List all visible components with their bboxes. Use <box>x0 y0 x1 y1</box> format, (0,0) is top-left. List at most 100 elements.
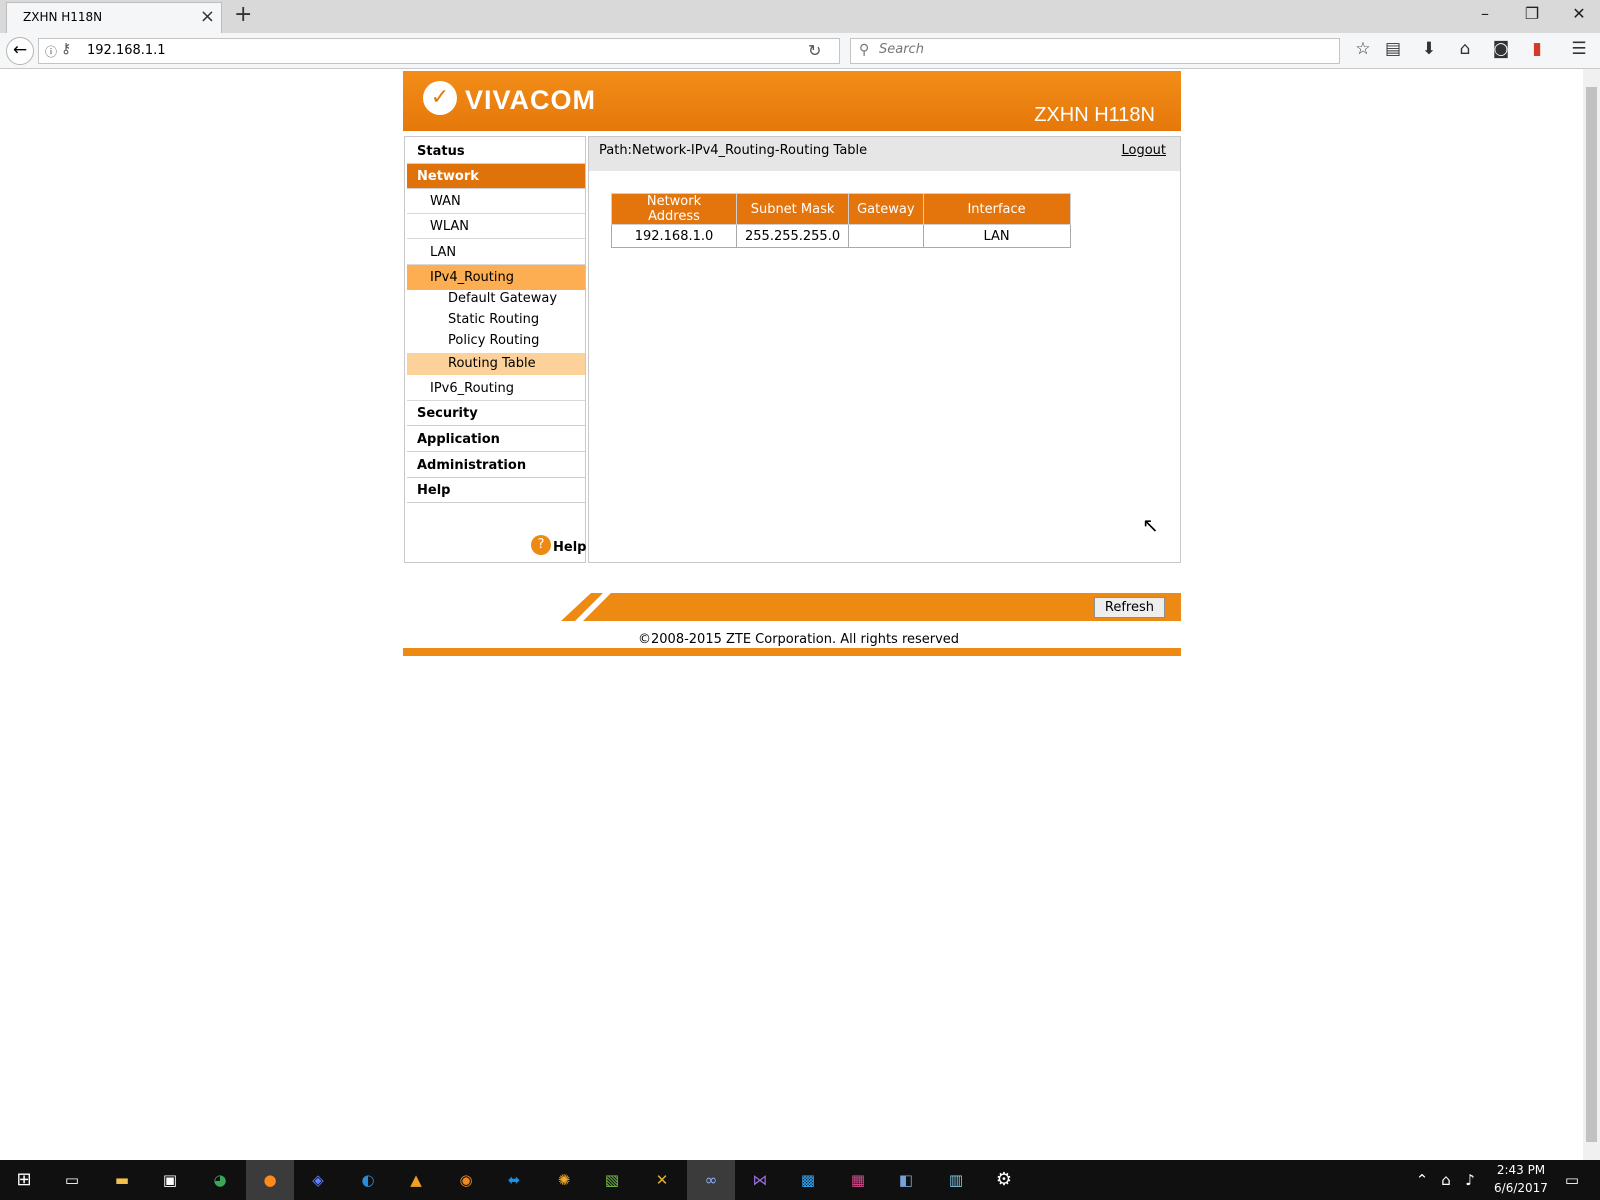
browser-tab-bar: ZXHN H118N × + – ❐ ✕ <box>0 0 1600 33</box>
app-icon-3[interactable]: ◐ <box>356 1168 380 1192</box>
task-view-icon[interactable]: ▭ <box>60 1168 84 1192</box>
visual-studio-icon[interactable]: ⋈ <box>748 1168 772 1192</box>
sidebar-item-default-gateway[interactable]: Default Gateway <box>407 288 585 309</box>
url-text[interactable]: 192.168.1.1 <box>87 43 166 58</box>
close-window-icon[interactable]: ✕ <box>1564 4 1594 23</box>
photoshop-icon[interactable]: ▩ <box>796 1168 820 1192</box>
help-question-icon[interactable]: ? <box>531 535 551 555</box>
new-tab-icon[interactable]: + <box>234 2 252 27</box>
browser-tab[interactable]: ZXHN H118N × <box>6 2 222 33</box>
refresh-button[interactable]: Refresh <box>1093 597 1165 618</box>
tray-chevron-icon[interactable]: ⌃ <box>1410 1168 1434 1192</box>
volume-tray-icon[interactable]: ♪ <box>1458 1168 1482 1192</box>
sidebar-item-ipv4-routing[interactable]: IPv4_Routing <box>407 265 585 290</box>
windows-start-icon[interactable]: ⊞ <box>12 1168 36 1192</box>
tray-time[interactable]: 2:43 PM <box>1490 1163 1552 1177</box>
app-icon-8[interactable]: ▦ <box>846 1168 870 1192</box>
table-header-row: Network Address Subnet Mask Gateway Inte… <box>611 193 1071 225</box>
sidebar-item-ipv6-routing[interactable]: IPv6_Routing <box>407 376 585 401</box>
settings-gear-icon[interactable]: ⚙ <box>992 1168 1016 1192</box>
app-icon-1[interactable]: ◕ <box>208 1168 232 1192</box>
tools-icon[interactable]: ✕ <box>650 1168 674 1192</box>
sidebar-item-status[interactable]: Status <box>407 139 585 164</box>
column-header-gateway: Gateway <box>848 193 924 225</box>
breadcrumb-path: Path:Network-IPv4_Routing-Routing Table <box>599 143 868 158</box>
path-bar: Path:Network-IPv4_Routing-Routing Table … <box>589 137 1180 171</box>
sidebar-item-network[interactable]: Network <box>407 164 585 189</box>
app-icon-6[interactable]: ▧ <box>600 1168 624 1192</box>
notification-icon[interactable]: ▭ <box>1560 1168 1584 1192</box>
cell-network-address: 192.168.1.0 <box>611 224 737 248</box>
tab-title: ZXHN H118N <box>23 10 103 24</box>
cell-gateway <box>848 224 924 248</box>
terminal-icon[interactable]: ▣ <box>158 1168 182 1192</box>
close-tab-icon[interactable]: × <box>200 6 215 27</box>
search-icon: ⚲ <box>859 42 870 58</box>
sidebar-item-administration[interactable]: Administration <box>407 453 585 478</box>
app-icon-5[interactable]: ✺ <box>552 1168 576 1192</box>
menu-icon[interactable]: ☰ <box>1566 39 1592 59</box>
footer-bottom-line <box>403 648 1181 656</box>
teamviewer-icon[interactable]: ⬌ <box>502 1168 526 1192</box>
sidebar-item-wan[interactable]: WAN <box>407 189 585 214</box>
reading-list-icon[interactable]: ▤ <box>1380 39 1406 59</box>
network-tray-icon[interactable]: ⌂ <box>1434 1168 1458 1192</box>
firefox-icon[interactable]: ● <box>258 1168 282 1192</box>
sidebar-item-wlan[interactable]: WLAN <box>407 214 585 239</box>
cell-subnet-mask: 255.255.255.0 <box>735 224 850 248</box>
scroll-thumb[interactable] <box>1586 87 1597 1142</box>
extension-icon[interactable]: ▮ <box>1524 39 1550 59</box>
model-name: ZXHN H118N <box>1034 104 1155 126</box>
sidebar-item-lan[interactable]: LAN <box>407 240 585 265</box>
page-scrollbar[interactable] <box>1583 69 1600 1160</box>
blender-icon[interactable]: ◉ <box>454 1168 478 1192</box>
search-input[interactable] <box>877 41 1331 58</box>
app-icon-9[interactable]: ◧ <box>894 1168 918 1192</box>
column-header-network-address: Network Address <box>611 193 737 225</box>
copyright-text: ©2008-2015 ZTE Corporation. All rights r… <box>638 632 960 647</box>
sidebar-item-routing-table[interactable]: Routing Table <box>407 353 585 375</box>
header-banner: ✓ VIVACOM ZXHN H118N <box>403 71 1181 131</box>
sidebar-item-security[interactable]: Security <box>407 401 585 426</box>
sidebar-item-help[interactable]: Help <box>407 478 585 503</box>
column-header-subnet-mask: Subnet Mask <box>735 193 850 225</box>
back-arrow-icon: ← <box>12 40 28 60</box>
routing-table: Network Address Subnet Mask Gateway Inte… <box>611 193 1071 248</box>
url-bar[interactable]: ⓘ ⚷ 192.168.1.1 <box>38 38 840 64</box>
sidebar-menu: Status Network WAN WLAN LAN IPv4_Routing… <box>404 136 586 563</box>
search-bar[interactable]: ⚲ <box>850 38 1340 64</box>
column-header-interface: Interface <box>922 193 1071 225</box>
app-icon-7[interactable]: ∞ <box>699 1168 723 1192</box>
restore-icon[interactable]: ❐ <box>1517 4 1547 23</box>
back-button[interactable]: ← <box>6 37 34 65</box>
download-icon[interactable]: ⬇ <box>1416 39 1442 59</box>
main-content: Path:Network-IPv4_Routing-Routing Table … <box>588 136 1181 563</box>
app-icon-2[interactable]: ◈ <box>306 1168 330 1192</box>
minimize-icon[interactable]: – <box>1470 4 1500 23</box>
router-page: ✓ VIVACOM ZXHN H118N Status Network WAN … <box>403 71 1181 656</box>
mouse-cursor-icon: ↖ <box>1142 513 1159 537</box>
pocket-icon[interactable]: ◙ <box>1488 39 1514 59</box>
sidebar-item-policy-routing[interactable]: Policy Routing <box>407 330 585 351</box>
home-icon[interactable]: ⌂ <box>1452 39 1478 59</box>
sidebar-item-static-routing[interactable]: Static Routing <box>407 309 585 330</box>
brand-logo-text: VIVACOM <box>465 85 597 115</box>
vivacom-logo-icon: ✓ <box>423 81 457 115</box>
app-icon-10[interactable]: ▥ <box>944 1168 968 1192</box>
footer-bar: Refresh <box>561 593 1181 621</box>
footer-stripe <box>575 593 611 621</box>
logout-link[interactable]: Logout <box>1121 143 1166 158</box>
help-link[interactable]: Help <box>553 540 586 555</box>
key-icon[interactable]: ⚷ <box>61 41 71 57</box>
browser-nav-bar: ← ⓘ ⚷ 192.168.1.1 ↻ ⚲ ☆ ▤ ⬇ ⌂ ◙ ▮ ☰ <box>0 33 1600 69</box>
app-icon-4[interactable]: ▲ <box>404 1168 428 1192</box>
table-row: 192.168.1.0 255.255.255.0 LAN <box>611 224 1071 248</box>
bookmark-star-icon[interactable]: ☆ <box>1350 39 1376 59</box>
tray-date[interactable]: 6/6/2017 <box>1490 1181 1552 1195</box>
sidebar-item-application[interactable]: Application <box>407 427 585 452</box>
windows-taskbar: ⊞ ▭ ▬ ▣ ◕ ● ◈ ◐ ▲ ◉ ⬌ ✺ ▧ ✕ ∞ ⋈ ▩ ▦ ◧ ▥ … <box>0 1160 1600 1200</box>
reload-icon[interactable]: ↻ <box>808 41 821 60</box>
cell-interface: LAN <box>922 224 1071 248</box>
file-explorer-icon[interactable]: ▬ <box>110 1168 134 1192</box>
info-icon[interactable]: ⓘ <box>45 43 57 60</box>
